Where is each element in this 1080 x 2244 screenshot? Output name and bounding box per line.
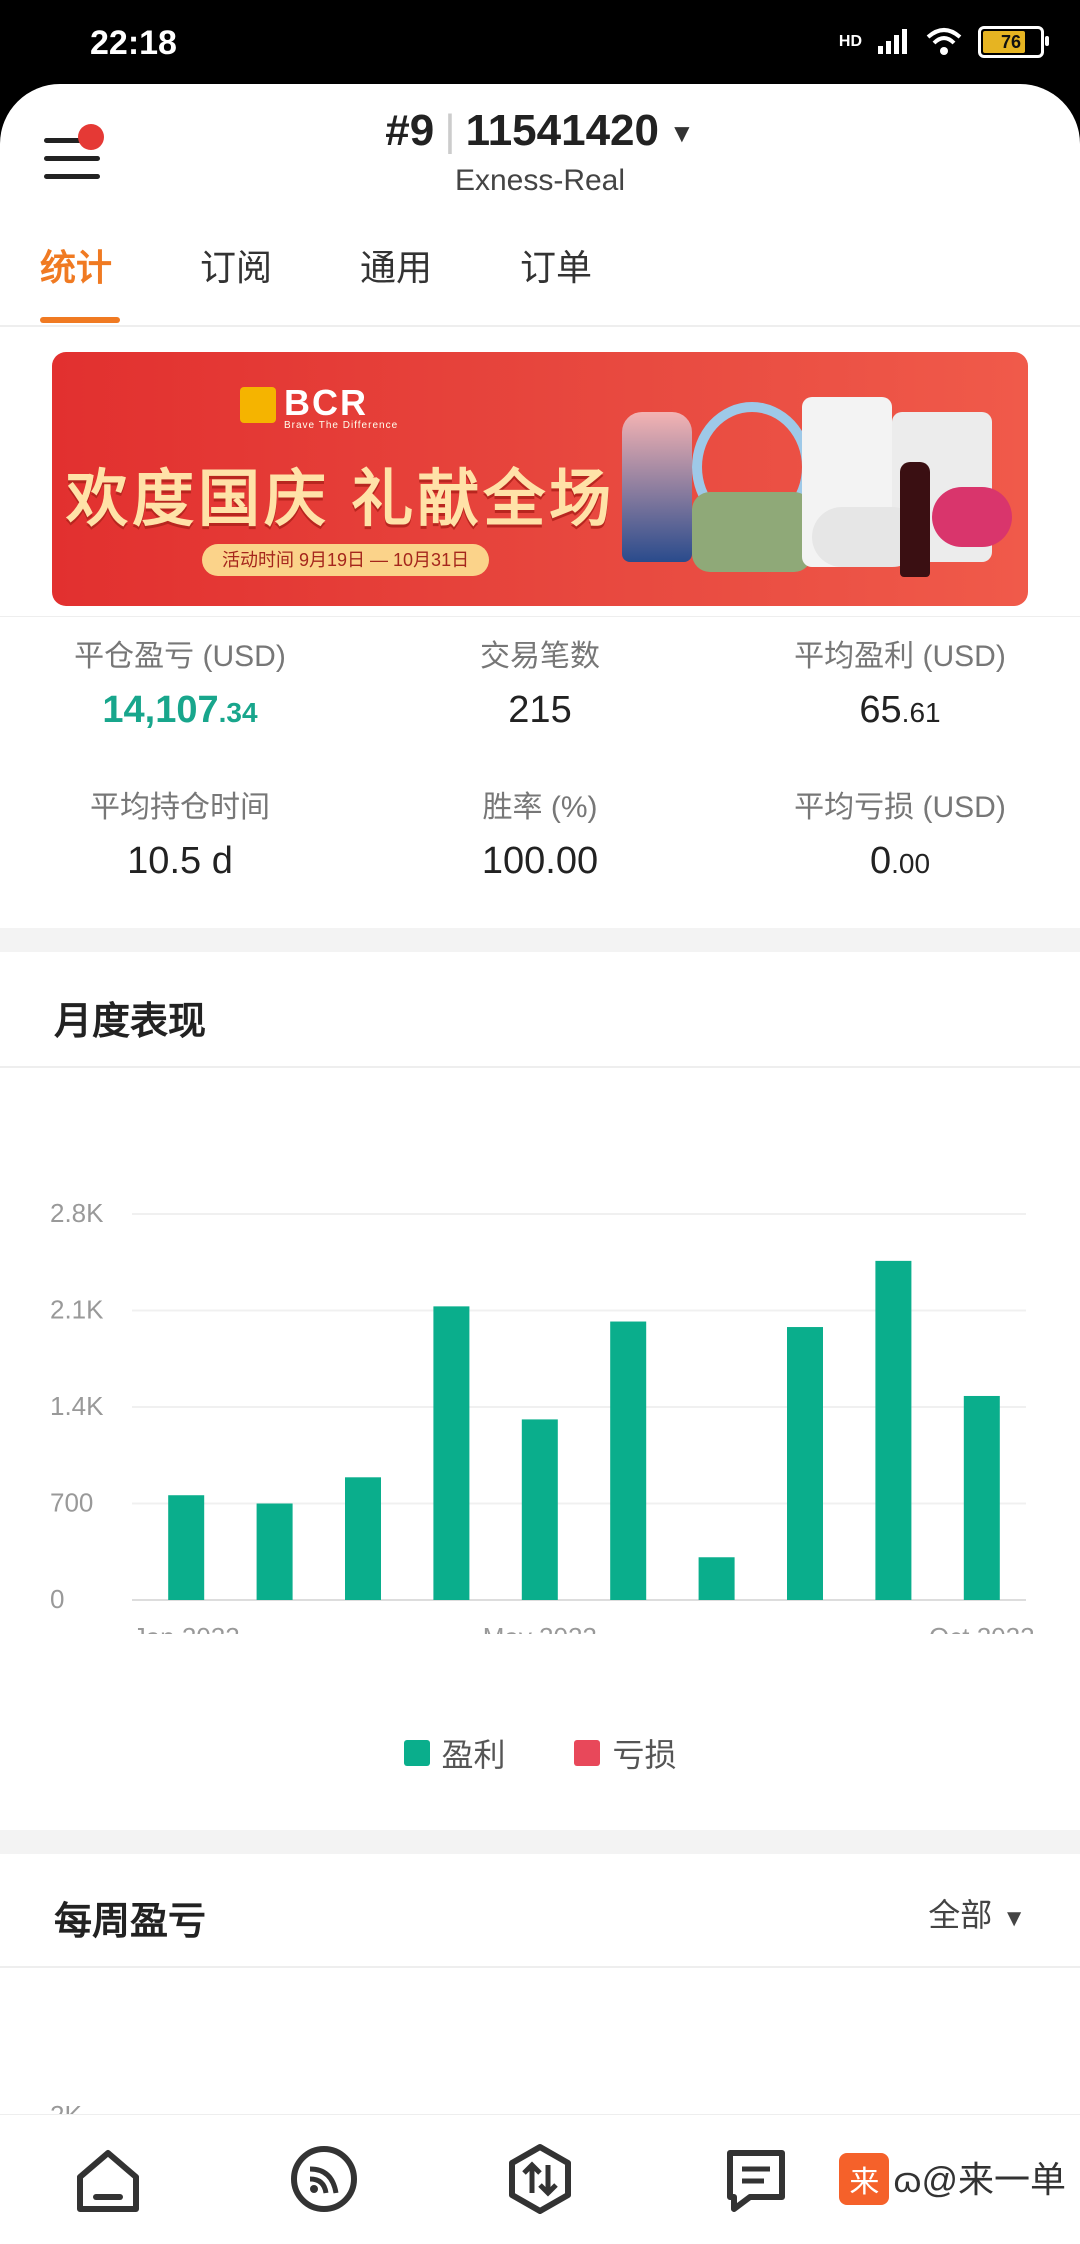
bar-Apr 2022 xyxy=(433,1306,470,1600)
bar-Aug 2022 xyxy=(787,1327,823,1600)
network-label: HD xyxy=(838,33,862,50)
signal-icon xyxy=(878,29,907,54)
weekly-filter-dropdown[interactable]: 全部 ▼ xyxy=(928,1890,1026,1936)
y-tick-label: 2.8K xyxy=(50,1198,104,1228)
wifi-icon xyxy=(926,28,962,55)
x-tick-label: May 2022 xyxy=(483,1622,597,1634)
trade-icon xyxy=(509,2144,571,2214)
status-icons: HD 76 xyxy=(838,26,1049,58)
section-divider-2 xyxy=(0,1830,1080,1854)
weekly-header-rule xyxy=(0,1966,1080,1968)
weekly-title: 每周盈亏 xyxy=(54,1901,207,1943)
stats-grid: 平仓盈亏 (USD) 14,107.34 交易笔数 215 平均盈利 (USD)… xyxy=(0,616,1080,947)
tab-orders[interactable]: 订单 xyxy=(520,239,592,291)
bar-Sep 2022 xyxy=(875,1260,912,1600)
rank-label: #9 xyxy=(385,106,435,155)
x-tick-label: Jan 2022 xyxy=(133,1622,240,1634)
app-screen: #9 | 11541420 ▼ Exness-Real 统计 订阅 通用 订单 BCR… xyxy=(0,84,1080,2244)
promo-banner[interactable]: BCR Brave The Difference 欢度国庆 礼献全场 活动时间 … xyxy=(52,352,1028,606)
tab-stats[interactable]: 统计 xyxy=(40,239,112,291)
active-tab-indicator xyxy=(40,317,120,323)
bar-Feb 2022 xyxy=(256,1503,293,1600)
y-tick-label: 700 xyxy=(50,1488,93,1518)
bottom-nav: 来 ɷ@来一单 xyxy=(0,2114,1080,2244)
bar-Oct 2022 xyxy=(963,1395,1000,1600)
stat-avg-hold-time: 平均持仓时间 10.5 d xyxy=(90,791,270,882)
home-icon xyxy=(77,2150,139,2212)
stat-avg-loss: 平均亏损 (USD) 0.00 xyxy=(794,791,1006,882)
status-time: 22:18 xyxy=(90,24,177,62)
battery-icon: 76 xyxy=(978,26,1049,58)
bar-Jan 2022 xyxy=(168,1495,205,1600)
account-selector[interactable]: #9 | 11541420 ▼ xyxy=(0,106,1080,156)
bar-Mar 2022 xyxy=(345,1477,381,1600)
stat-avg-profit: 平均盈利 (USD) 65.61 xyxy=(794,640,1006,731)
tab-subscribe[interactable]: 订阅 xyxy=(200,239,272,291)
filter-caret-icon: ▼ xyxy=(1002,1905,1026,1932)
section-divider xyxy=(0,928,1080,952)
banner-tagline: Brave The Difference xyxy=(284,420,399,431)
banner-headline: 欢度国庆 礼献全场 xyxy=(66,465,616,534)
legend-loss[interactable]: 亏损 xyxy=(574,1730,676,1776)
bar-Jul 2022 xyxy=(698,1557,735,1600)
tab-general[interactable]: 通用 xyxy=(360,239,432,291)
y-tick-label: 0 xyxy=(50,1584,64,1614)
watermark-badge: 来 xyxy=(839,2153,890,2205)
server-name: Exness-Real xyxy=(454,164,626,197)
bar-May 2022 xyxy=(521,1419,558,1600)
y-tick-label: 2K xyxy=(50,2100,82,2114)
banner-period: 活动时间 9月19日 — 10月31日 xyxy=(202,544,490,576)
monthly-bar-chart: 0 700 1.4K 2.1K 2.8K Jan 2022 May 2022 Oct 2022 xyxy=(50,1198,1035,1634)
wine-bottle-image xyxy=(900,462,930,577)
nav-home[interactable] xyxy=(68,2139,148,2219)
feed-icon xyxy=(291,2146,357,2212)
banner-logo: BCR Brave The Difference xyxy=(240,382,398,431)
x-tick-label: Oct 2022 xyxy=(929,1622,1035,1634)
watermark: 来 ɷ@来一单 xyxy=(839,2151,1066,2205)
monthly-title: 月度表现 xyxy=(54,1001,207,1043)
stat-closed-pnl: 平仓盈亏 (USD) 14,107.34 xyxy=(74,640,286,731)
tab-bar: 统计 订阅 通用 订单 xyxy=(0,239,1080,327)
monthly-legend: 盈利 亏损 xyxy=(0,1730,1080,1776)
y-tick-label: 1.4K xyxy=(50,1391,104,1421)
nav-trade[interactable] xyxy=(500,2139,580,2219)
status-bar: 22:18 HD 76 xyxy=(0,0,1080,92)
nav-feed[interactable] xyxy=(284,2139,364,2219)
message-icon xyxy=(727,2150,785,2212)
toaster-image xyxy=(692,492,812,572)
account-number: 11541420 xyxy=(465,106,659,155)
legend-profit[interactable]: 盈利 xyxy=(403,1730,506,1776)
dropdown-caret-icon: ▼ xyxy=(669,117,695,148)
blender-image xyxy=(622,412,692,562)
monthly-header-rule xyxy=(0,1066,1080,1068)
battery-level: 76 xyxy=(1000,31,1022,52)
weekly-bar-chart: 2K xyxy=(50,2100,82,2114)
y-tick-label: 2.1K xyxy=(50,1295,104,1325)
hair-dryer-image xyxy=(932,487,1012,547)
bcr-logo-icon xyxy=(240,387,276,424)
bar-Jun 2022 xyxy=(610,1321,647,1600)
nav-messages[interactable] xyxy=(716,2139,796,2219)
stat-trade-count: 交易笔数 215 xyxy=(480,640,600,731)
stat-win-rate: 胜率 (%) 100.00 xyxy=(481,791,599,882)
header: #9 | 11541420 ▼ Exness-Real 统计 订阅 通用 订单 xyxy=(0,84,1080,327)
